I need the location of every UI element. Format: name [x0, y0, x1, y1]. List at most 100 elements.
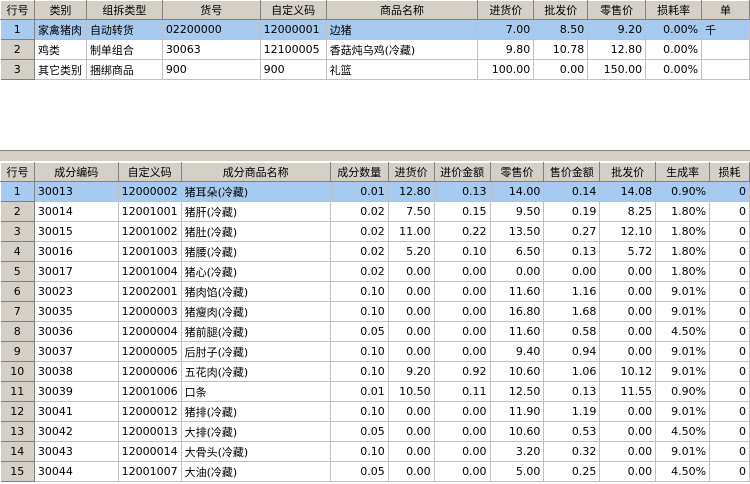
cell-loss[interactable]: 0	[709, 241, 750, 262]
cell-retail_amt[interactable]: 0.94	[543, 341, 601, 362]
cell-cost[interactable]: 7.00	[477, 19, 535, 40]
cell-cost[interactable]: 5.20	[388, 241, 435, 262]
cell-loss[interactable]: 0	[709, 301, 750, 322]
cell-retail[interactable]: 16.80	[490, 301, 545, 322]
cell-no[interactable]: 7	[0, 301, 35, 322]
cell-code[interactable]: 30016	[34, 241, 119, 262]
column-header[interactable]: 成分数量	[329, 162, 389, 182]
cell-rate[interactable]: 1.80%	[655, 201, 711, 222]
cell-custom[interactable]: 12001007	[118, 461, 182, 482]
cell-code[interactable]: 30014	[34, 201, 119, 222]
cell-wholesale[interactable]: 12.10	[599, 221, 657, 242]
cell-loss[interactable]: 0	[709, 281, 750, 302]
cell-retail[interactable]: 11.90	[490, 401, 545, 422]
table-row[interactable]: 4 30016 12001003 猪腰(冷藏) 0.02 5.20 0.10 6.50 0.13…	[0, 241, 750, 262]
cell-qty[interactable]: 0.02	[330, 221, 389, 242]
cell-custom[interactable]: 12000004	[118, 321, 182, 342]
cell-no[interactable]: 4	[0, 241, 35, 262]
cell-qty[interactable]: 0.01	[330, 181, 389, 202]
cell-no[interactable]: 2	[0, 201, 35, 222]
cell-name[interactable]: 猪肉馅(冷藏)	[181, 281, 331, 302]
cell-retail_amt[interactable]: 0.27	[543, 221, 601, 242]
cell-retail[interactable]: 3.20	[490, 441, 545, 462]
cell-name[interactable]: 猪肚(冷藏)	[181, 221, 331, 242]
cell-no[interactable]: 15	[0, 461, 35, 482]
table-row[interactable]: 11 30039 12001006 口条 0.01 10.50 0.11 12.50 0.13 1…	[0, 381, 750, 402]
cell-qty[interactable]: 0.05	[330, 321, 389, 342]
cell-retail_amt[interactable]: 0.58	[543, 321, 601, 342]
cell-no[interactable]: 9	[0, 341, 35, 362]
cell-wholesale[interactable]: 0.00	[599, 261, 657, 282]
cell-wholesale[interactable]: 0.00	[599, 341, 657, 362]
cell-retail[interactable]: 9.50	[490, 201, 545, 222]
cell-no[interactable]: 6	[0, 281, 35, 302]
cell-cost_amt[interactable]: 0.22	[434, 221, 491, 242]
cell-loss[interactable]: 0.00%	[645, 59, 703, 80]
cell-category[interactable]: 家禽猪肉	[34, 19, 87, 40]
cell-category[interactable]: 其它类别	[34, 59, 87, 80]
cell-no[interactable]: 5	[0, 261, 35, 282]
cell-custom[interactable]: 12001004	[118, 261, 182, 282]
cell-no[interactable]: 14	[0, 441, 35, 462]
cell-retail[interactable]: 14.00	[490, 181, 545, 202]
cell-name[interactable]: 边猪	[326, 19, 479, 40]
cell-no[interactable]: 2	[0, 39, 35, 60]
cell-extra[interactable]	[701, 59, 750, 80]
cell-name[interactable]: 猪腰(冷藏)	[181, 241, 331, 262]
cell-cost_amt[interactable]: 0.10	[434, 241, 491, 262]
cell-retail_amt[interactable]: 0.32	[543, 441, 601, 462]
cell-cost_amt[interactable]: 0.00	[434, 321, 491, 342]
table-row[interactable]: 2 鸡类 制单组合 30063 12100005 香菇炖乌鸡(冷藏) 9.80 10.78 12…	[0, 39, 750, 60]
product-grid[interactable]: 行号 类别 组拆类型 货号 自定义码 商品名称 进货价 批发价 零售价 损耗率单 1 家禽猪肉 自动转…	[0, 0, 750, 150]
cell-cost[interactable]: 9.20	[388, 361, 435, 382]
cell-code[interactable]: 30044	[34, 461, 119, 482]
column-header[interactable]: 进货价	[477, 0, 535, 20]
cell-loss[interactable]: 0.00%	[645, 39, 703, 60]
cell-custom[interactable]: 12001001	[118, 201, 182, 222]
cell-loss[interactable]: 0	[709, 201, 750, 222]
cell-name[interactable]: 香菇炖乌鸡(冷藏)	[326, 39, 479, 60]
table-row[interactable]: 14 30043 12000014 大骨头(冷藏) 0.10 0.00 0.00 3.20 0.…	[0, 441, 750, 462]
cell-cost_amt[interactable]: 0.15	[434, 201, 491, 222]
cell-custom[interactable]: 12001002	[118, 221, 182, 242]
cell-custom[interactable]: 12000002	[118, 181, 182, 202]
cell-retail_amt[interactable]: 1.68	[543, 301, 601, 322]
cell-category[interactable]: 鸡类	[34, 39, 87, 60]
cell-rate[interactable]: 1.80%	[655, 241, 711, 262]
cell-qty[interactable]: 0.02	[330, 261, 389, 282]
cell-rate[interactable]: 9.01%	[655, 441, 711, 462]
column-header[interactable]: 单	[701, 0, 750, 20]
cell-retail_amt[interactable]: 0.25	[543, 461, 601, 482]
cell-code[interactable]: 30063	[162, 39, 261, 60]
cell-cost[interactable]: 7.50	[388, 201, 435, 222]
cell-name[interactable]: 大排(冷藏)	[181, 421, 331, 442]
cell-rate[interactable]: 9.01%	[655, 301, 711, 322]
cell-cost_amt[interactable]: 0.13	[434, 181, 491, 202]
cell-custom[interactable]: 12100005	[260, 39, 327, 60]
cell-qty[interactable]: 0.02	[330, 241, 389, 262]
cell-code[interactable]: 30043	[34, 441, 119, 462]
cell-custom[interactable]: 12002001	[118, 281, 182, 302]
column-header[interactable]: 损耗率	[645, 0, 703, 20]
cell-wholesale[interactable]: 5.72	[599, 241, 657, 262]
cell-loss[interactable]: 0	[709, 461, 750, 482]
cell-loss[interactable]: 0	[709, 381, 750, 402]
cell-retail_amt[interactable]: 0.13	[543, 241, 601, 262]
cell-wholesale[interactable]: 0.00	[599, 301, 657, 322]
cell-retail[interactable]: 10.60	[490, 421, 545, 442]
cell-name[interactable]: 大骨头(冷藏)	[181, 441, 331, 462]
table-row[interactable]: 1 家禽猪肉 自动转货 02200000 12000001 边猪 7.00 8.50 9.20 0…	[0, 19, 750, 40]
cell-retail_amt[interactable]: 0.00	[543, 261, 601, 282]
cell-qty[interactable]: 0.10	[330, 301, 389, 322]
table-row[interactable]: 10 30038 12000006 五花肉(冷藏) 0.10 9.20 0.92 10.60 1…	[0, 361, 750, 382]
cell-cost[interactable]: 12.80	[388, 181, 435, 202]
cell-loss[interactable]: 0	[709, 221, 750, 242]
column-header[interactable]: 行号	[0, 162, 35, 182]
cell-no[interactable]: 3	[0, 59, 35, 80]
table-row[interactable]: 13 30042 12000013 大排(冷藏) 0.05 0.00 0.00 10.60 0.…	[0, 421, 750, 442]
cell-retail_amt[interactable]: 0.53	[543, 421, 601, 442]
table-row[interactable]: 5 30017 12001004 猪心(冷藏) 0.02 0.00 0.00 0.00 0.00…	[0, 261, 750, 282]
cell-retail[interactable]: 9.40	[490, 341, 545, 362]
cell-cost[interactable]: 9.80	[477, 39, 535, 60]
cell-code[interactable]: 30041	[34, 401, 119, 422]
